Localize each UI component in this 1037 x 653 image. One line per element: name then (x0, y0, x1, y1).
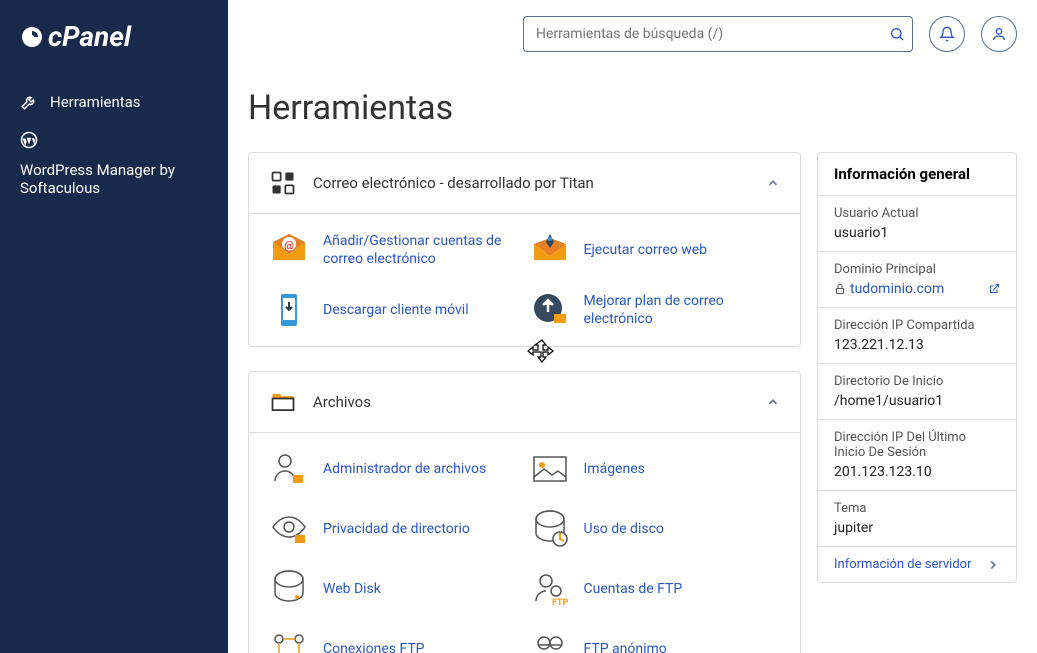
sidebar-item-tools[interactable]: Herramientas (0, 83, 228, 121)
info-panel: Información general Usuario Actual usuar… (817, 152, 1017, 583)
panel-header[interactable]: Correo electrónico - desarrollado por Ti… (249, 153, 800, 214)
info-value: 201.123.123.10 (834, 464, 1000, 480)
tool-label: Añadir/Gestionar cuentas de correo elect… (323, 232, 520, 268)
tool-label: Mejorar plan de correo electrónico (584, 292, 781, 328)
tool-label: Ejecutar correo web (584, 241, 708, 259)
panel-title: Correo electrónico - desarrollado por Ti… (313, 174, 750, 192)
notifications-button[interactable] (929, 16, 965, 52)
chevron-right-icon (986, 558, 1000, 572)
sidebar-item-wordpress[interactable]: WordPress Manager by Softaculous (0, 121, 228, 207)
wordpress-icon (20, 131, 38, 149)
ftp-accounts-icon: FTP (530, 569, 570, 609)
upgrade-icon (530, 290, 570, 330)
panel-title: Archivos (313, 393, 750, 411)
logo: cPanel (0, 20, 228, 83)
tool-label: Administrador de archivos (323, 460, 486, 478)
info-value: /home1/usuario1 (834, 393, 1000, 409)
info-label: Usuario Actual (834, 206, 1000, 221)
search-icon (889, 26, 905, 42)
panel-header[interactable]: Archivos (249, 372, 800, 433)
panel-body: Administrador de archivos Imágenes Priva… (249, 433, 800, 653)
domain-text: tudominio.com (850, 281, 944, 297)
panels-column: Correo electrónico - desarrollado por Ti… (248, 152, 801, 653)
tool-label: Privacidad de directorio (323, 520, 470, 538)
tool-label: Web Disk (323, 580, 381, 598)
main: Herramientas Correo electrónico - desarr… (228, 0, 1037, 653)
tool-images[interactable]: Imágenes (530, 449, 781, 489)
sidebar: cPanel Herramientas WordPress Manager by… (0, 0, 228, 653)
info-value: usuario1 (834, 225, 1000, 241)
content: Correo electrónico - desarrollado por Ti… (228, 152, 1037, 653)
brand-text: cPanel (48, 20, 131, 53)
info-value: jupiter (834, 520, 1000, 536)
lock-icon (834, 283, 846, 295)
domain-link[interactable]: tudominio.com (834, 281, 1000, 297)
folder-icon (269, 388, 297, 416)
envelope-at-icon: @ (269, 230, 309, 270)
svg-text:@: @ (284, 239, 294, 252)
info-header: Información general (818, 153, 1016, 196)
chevron-up-icon (766, 176, 780, 190)
page-title: Herramientas (228, 68, 1037, 152)
server-info-text: Información de servidor (834, 557, 972, 572)
tool-ftp-connections[interactable]: Conexiones FTP (269, 629, 520, 653)
eye-lock-icon (269, 509, 309, 549)
info-row-theme: Tema jupiter (818, 491, 1016, 547)
tool-email-accounts[interactable]: @ Añadir/Gestionar cuentas de correo ele… (269, 230, 520, 270)
topbar (228, 0, 1037, 68)
images-icon (530, 449, 570, 489)
search-input[interactable] (523, 16, 913, 52)
wrench-icon (20, 93, 38, 111)
info-row-user: Usuario Actual usuario1 (818, 196, 1016, 252)
svg-text:FTP: FTP (552, 598, 569, 608)
info-row-domain: Dominio Principal tudominio.com (818, 252, 1016, 308)
info-row-ip: Dirección IP Compartida 123.221.12.13 (818, 308, 1016, 364)
external-link-icon (988, 283, 1000, 295)
tool-ftp-accounts[interactable]: FTP Cuentas de FTP (530, 569, 781, 609)
tool-web-disk[interactable]: Web Disk (269, 569, 520, 609)
info-label: Directorio De Inicio (834, 374, 1000, 389)
ftp-connections-icon (269, 629, 309, 653)
tool-label: Descargar cliente móvil (323, 301, 469, 319)
bell-icon (939, 26, 955, 42)
user-button[interactable] (981, 16, 1017, 52)
panel-body: @ Añadir/Gestionar cuentas de correo ele… (249, 214, 800, 346)
tool-directory-privacy[interactable]: Privacidad de directorio (269, 509, 520, 549)
info-label: Tema (834, 501, 1000, 516)
info-value: 123.221.12.13 (834, 337, 1000, 353)
search-container (523, 16, 913, 52)
tool-upgrade-email[interactable]: Mejorar plan de correo electrónico (530, 290, 781, 330)
info-label: Dominio Principal (834, 262, 1000, 277)
cpanel-logo-icon (20, 25, 44, 49)
search-button[interactable] (889, 26, 905, 42)
tool-anonymous-ftp[interactable]: FTP FTP anónimo (530, 629, 781, 653)
tool-label: Imágenes (584, 460, 645, 478)
tool-disk-usage[interactable]: Uso de disco (530, 509, 781, 549)
info-label: Dirección IP Del Último Inicio De Sesión (834, 430, 1000, 460)
tool-label: Uso de disco (584, 520, 664, 538)
tool-file-manager[interactable]: Administrador de archivos (269, 449, 520, 489)
user-icon (991, 26, 1007, 42)
chevron-up-icon (766, 395, 780, 409)
tool-label: Conexiones FTP (323, 640, 425, 653)
mobile-download-icon (269, 290, 309, 330)
tool-webmail[interactable]: Ejecutar correo web (530, 230, 781, 270)
tool-label: FTP anónimo (584, 640, 667, 653)
info-label: Dirección IP Compartida (834, 318, 1000, 333)
sidebar-item-label: WordPress Manager by Softaculous (20, 161, 180, 197)
envelope-rocket-icon (530, 230, 570, 270)
disk-usage-icon (530, 509, 570, 549)
info-row-lastip: Dirección IP Del Último Inicio De Sesión… (818, 420, 1016, 491)
web-disk-icon (269, 569, 309, 609)
server-info-link[interactable]: Información de servidor (818, 547, 1016, 582)
anonymous-ftp-icon: FTP (530, 629, 570, 653)
apps-icon (269, 169, 297, 197)
panel-email: Correo electrónico - desarrollado por Ti… (248, 152, 801, 347)
sidebar-item-label: Herramientas (50, 93, 141, 111)
file-manager-icon (269, 449, 309, 489)
info-row-home: Directorio De Inicio /home1/usuario1 (818, 364, 1016, 420)
panel-files: Archivos Administrador de archivos Imáge… (248, 371, 801, 653)
tool-label: Cuentas de FTP (584, 580, 683, 598)
tool-mobile-client[interactable]: Descargar cliente móvil (269, 290, 520, 330)
